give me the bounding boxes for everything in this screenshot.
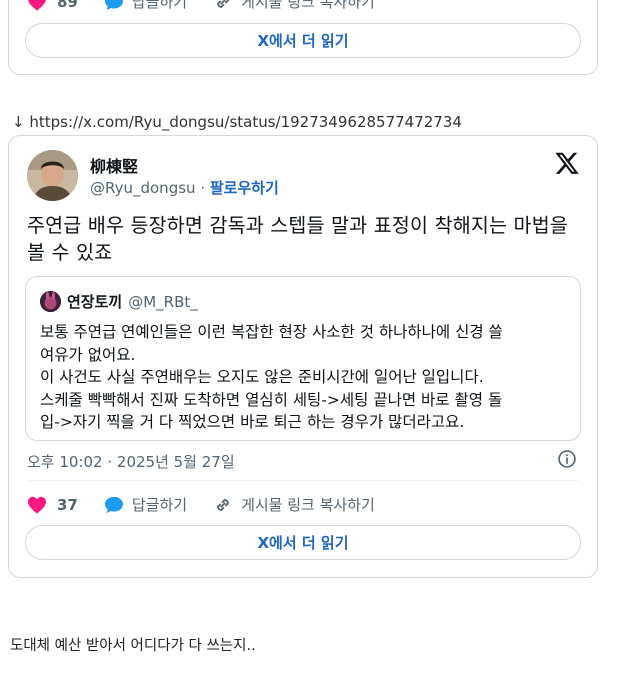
author-sub-line: @Ryu_dongsu · 팔로우하기: [90, 177, 279, 198]
top-reply-action[interactable]: 답글하기: [104, 0, 187, 12]
quoted-tweet[interactable]: 연장토끼 @M_RBt_ 보통 주연급 연예인들은 이런 복잡한 현장 사소한 …: [25, 276, 581, 441]
tweet-actions-bar: 37 답글하기 게시물 링크 복사하기: [27, 494, 401, 515]
author-name[interactable]: 柳棟竪: [90, 153, 138, 177]
divider: [27, 480, 579, 481]
top-copy-link-label: 게시물 링크 복사하기: [241, 0, 375, 11]
reply-action[interactable]: 답글하기: [104, 494, 187, 515]
top-like-action[interactable]: 89: [27, 0, 78, 11]
top-tweet-card: 89 답글하기 게시물 링크 복사하기 X에서 더 읽기: [8, 0, 598, 75]
copy-link-action[interactable]: 게시물 링크 복사하기: [213, 494, 375, 515]
reply-bubble-icon: [104, 0, 124, 11]
tweet-timestamp[interactable]: 오후 10:02 · 2025년 5월 27일: [27, 451, 235, 472]
embedded-tweet-card: 柳棟竪 @Ryu_dongsu · 팔로우하기 주연급 배우 등장하면 감독과 …: [8, 135, 598, 578]
info-icon[interactable]: [557, 449, 577, 473]
top-reply-label: 답글하기: [131, 0, 188, 11]
like-action[interactable]: 37: [27, 496, 78, 514]
top-actions-bar: 89 답글하기 게시물 링크 복사하기: [27, 0, 401, 12]
user-comment: 도대체 예산 받아서 어디다가 다 쓰는지..: [10, 638, 256, 654]
separator-dot: ·: [195, 179, 210, 197]
quoted-tweet-text: 보통 주연급 연예인들은 이런 복잡한 현장 사소한 것 하나하나에 신경 쓸 …: [40, 321, 570, 434]
quoted-text-line: 보통 주연급 연예인들은 이런 복잡한 현장 사소한 것 하나하나에 신경 쓸: [40, 323, 503, 341]
author-handle[interactable]: @Ryu_dongsu: [90, 179, 196, 197]
top-like-count: 89: [57, 0, 78, 11]
quoted-text-line: 이 사건도 사실 주연배우는 오지도 않은 준비시간에 일어난 일입니다.: [40, 368, 484, 386]
quoted-text-line: 입->자기 찍을 거 다 찍었으면 바로 퇴근 하는 경우가 많더라고요.: [40, 413, 465, 431]
reply-bubble-icon: [104, 496, 124, 514]
top-copy-link-action[interactable]: 게시물 링크 복사하기: [213, 0, 375, 12]
source-url[interactable]: https://x.com/Ryu_dongsu/status/19273496…: [29, 113, 462, 131]
quoted-author-avatar: [40, 291, 61, 312]
read-more-button[interactable]: X에서 더 읽기: [25, 525, 581, 560]
tweet-text: 주연급 배우 등장하면 감독과 스텝들 말과 표정이 착해지는 마법을 볼 수 …: [27, 214, 568, 264]
quoted-author-handle: @M_RBt_: [128, 292, 198, 311]
source-link-line: ↓ https://x.com/Ryu_dongsu/status/192734…: [12, 113, 462, 131]
tweet-header: 柳棟竪 @Ryu_dongsu · 팔로우하기: [27, 148, 582, 202]
reply-label: 답글하기: [131, 496, 188, 514]
down-arrow-icon: ↓: [12, 113, 25, 131]
heart-icon: [27, 496, 47, 514]
quoted-author-name: 연장토끼: [67, 293, 123, 311]
heart-icon: [27, 0, 47, 11]
x-logo-icon[interactable]: [554, 150, 580, 176]
quoted-text-line: 여유가 없어요.: [40, 345, 136, 364]
top-read-more-button[interactable]: X에서 더 읽기: [25, 23, 581, 58]
link-icon: [213, 495, 233, 515]
author-avatar[interactable]: [27, 150, 78, 201]
copy-link-label: 게시물 링크 복사하기: [241, 496, 375, 514]
quoted-tweet-header: 연장토끼 @M_RBt_: [40, 291, 198, 312]
quoted-text-line: 스케줄 빡빡해서 진짜 도착하면 열심히 세팅->세팅 끝나면 바로 촬영 돌: [40, 390, 503, 409]
follow-button[interactable]: 팔로우하기: [210, 179, 279, 197]
link-icon: [213, 0, 233, 12]
like-count: 37: [57, 495, 78, 514]
